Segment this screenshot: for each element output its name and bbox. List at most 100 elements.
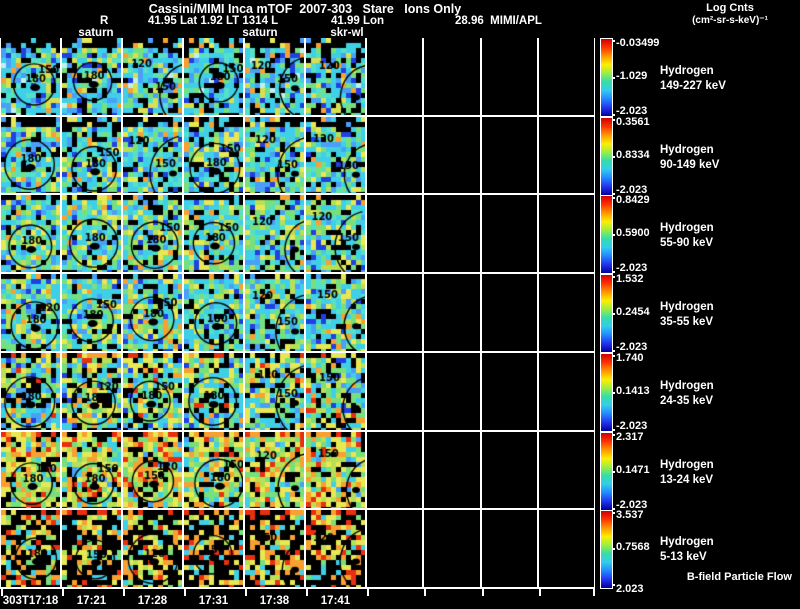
colorbar-tick xyxy=(612,584,615,586)
stare-image-panel xyxy=(245,116,306,194)
stare-image-panel xyxy=(62,38,123,115)
stare-image-canvas xyxy=(184,510,243,588)
empty-panel xyxy=(538,510,594,588)
empty-panel xyxy=(367,431,425,509)
band-label: Hydrogen 149-227 keV xyxy=(660,64,726,94)
stare-image-panel xyxy=(306,116,367,194)
stare-image-canvas xyxy=(184,116,243,194)
species-label: Hydrogen xyxy=(660,222,714,235)
stare-image-canvas xyxy=(123,274,182,351)
column-header-saturn-1: saturn xyxy=(78,27,114,39)
time-axis-tick xyxy=(306,589,308,596)
empty-panel xyxy=(538,431,594,509)
species-label: Hydrogen xyxy=(660,536,714,549)
colorbar-tick xyxy=(612,313,615,315)
colorbar-tick xyxy=(612,512,615,514)
stare-image-panel xyxy=(123,431,184,509)
stare-image-canvas xyxy=(1,195,60,273)
panel-row-35-55 xyxy=(1,274,594,353)
stare-image-panel xyxy=(123,510,184,588)
colorbar-tick xyxy=(612,276,615,278)
stare-image-panel xyxy=(62,352,123,430)
stare-image-canvas xyxy=(62,274,121,351)
column-header-skr-wl: skr-wl xyxy=(330,27,364,39)
stare-image-canvas xyxy=(245,116,304,194)
panel-row-55-90 xyxy=(1,195,594,275)
stare-image-canvas xyxy=(184,431,243,509)
time-axis-tick xyxy=(184,589,186,596)
stare-image-panel xyxy=(306,274,367,351)
empty-panel xyxy=(481,352,539,430)
empty-panel xyxy=(424,116,482,194)
colorbar-tick xyxy=(612,508,615,510)
colorbar-min-label: 2.023 xyxy=(616,583,644,595)
empty-panel xyxy=(424,38,482,115)
colorbar-tick xyxy=(612,193,615,195)
stare-image-panel xyxy=(245,38,306,115)
colorbar-mid-label: 0.2454 xyxy=(616,305,650,318)
band-label: Hydrogen 5-13 keV xyxy=(660,535,714,565)
colorbar-mid-label: 0.1471 xyxy=(616,463,650,476)
stare-image-canvas xyxy=(306,195,365,273)
stare-image-panel xyxy=(123,116,184,194)
stare-image-canvas xyxy=(245,274,304,351)
status-instrument: 28.96 MIMI/APL xyxy=(455,15,542,27)
stare-image-canvas xyxy=(306,274,365,351)
stare-image-panel xyxy=(1,510,62,588)
colorbar-max-label: 1.532 xyxy=(616,273,644,285)
time-axis-tick xyxy=(539,589,541,596)
stare-image-canvas xyxy=(62,510,121,588)
stare-image-panel xyxy=(123,195,184,273)
stare-image-panel xyxy=(306,510,367,588)
empty-panel xyxy=(367,116,425,194)
colorbar-tick xyxy=(612,471,615,473)
stare-image-canvas xyxy=(123,510,182,588)
species-label: Hydrogen xyxy=(660,301,714,314)
energy-label: 149-227 keV xyxy=(660,80,726,93)
stare-image-panel xyxy=(245,510,306,588)
status-ephemeris: 41.95 Lat 1.92 LT 1314 L xyxy=(148,15,279,27)
stare-image-canvas xyxy=(245,38,304,115)
colorbar-tick xyxy=(612,114,615,116)
stare-image-panel xyxy=(306,195,367,273)
page-title: Cassini/MIMI Inca mTOF 2007-303 Stare Io… xyxy=(148,2,462,16)
stare-image-panel xyxy=(1,38,62,115)
stare-image-panel xyxy=(184,38,245,115)
stare-image-panel xyxy=(184,431,245,509)
species-label: Hydrogen xyxy=(660,144,714,157)
stare-image-panel xyxy=(123,274,184,351)
colorbar-tick xyxy=(612,392,615,394)
stare-image-panel xyxy=(1,116,62,194)
status-lon: 41.99 Lon xyxy=(331,15,385,27)
band-label: Hydrogen 55-90 keV xyxy=(660,221,714,251)
stare-image-canvas xyxy=(1,116,60,194)
stare-image-canvas xyxy=(184,195,243,273)
empty-panel xyxy=(538,274,594,351)
empty-panel xyxy=(424,274,482,351)
time-axis-tick xyxy=(367,589,369,596)
empty-panel xyxy=(367,38,425,115)
colorbar-tick xyxy=(612,350,615,352)
time-axis-tick xyxy=(245,589,247,596)
stare-image-panel xyxy=(62,116,123,194)
empty-panel xyxy=(538,38,594,115)
colorbar-tick xyxy=(612,434,615,436)
stare-image-canvas xyxy=(306,352,365,430)
time-axis-tick xyxy=(1,589,3,596)
empty-panel xyxy=(481,431,539,509)
colorbar-mid-label: -1.029 xyxy=(616,69,648,82)
stare-image-canvas xyxy=(123,38,182,115)
stare-image-panel xyxy=(123,38,184,115)
empty-panel xyxy=(367,195,425,273)
stare-image-panel xyxy=(306,352,367,430)
empty-panel xyxy=(424,510,482,588)
empty-panel xyxy=(481,38,539,115)
stare-image-panel xyxy=(1,352,62,430)
colorbar-tick xyxy=(612,355,615,357)
colorbar-max-label: 0.3561 xyxy=(616,116,650,128)
stare-image-panel xyxy=(62,510,123,588)
stare-image-canvas xyxy=(1,510,60,588)
time-axis-tick xyxy=(424,589,426,596)
colorbar-max-label: 1.740 xyxy=(616,352,644,364)
colorbar-mid-label: 0.5900 xyxy=(616,226,650,239)
